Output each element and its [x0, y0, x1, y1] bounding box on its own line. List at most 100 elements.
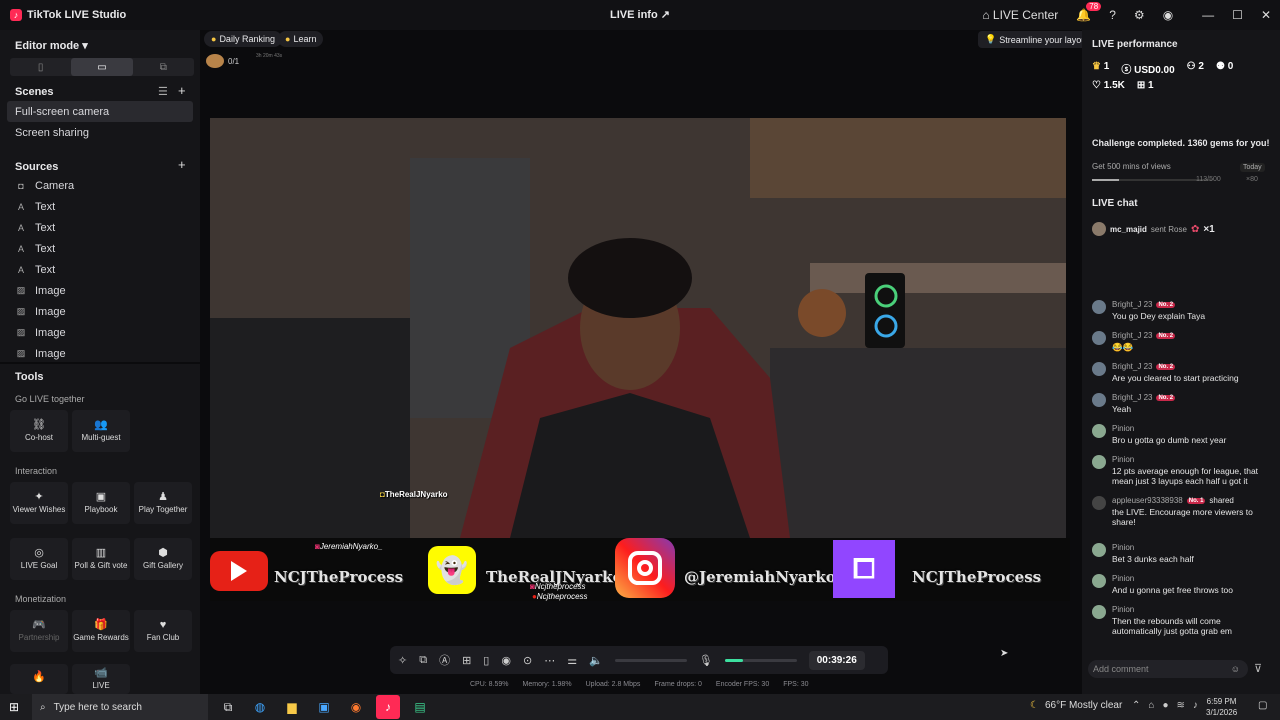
fan-club-button[interactable]: ♥ Fan Club: [134, 610, 192, 652]
poll-gift-vote-button[interactable]: ▥ Poll & Gift vote: [72, 538, 130, 580]
edge-browser-icon[interactable]: ◍: [248, 695, 272, 719]
source-item[interactable]: ▨ Image: [0, 343, 200, 360]
list-icon[interactable]: ☰: [158, 85, 168, 98]
chat-username[interactable]: Bright_J 23: [1112, 300, 1152, 309]
replay-icon[interactable]: ⊙: [523, 654, 532, 667]
source-item[interactable]: ▨ Image: [0, 280, 200, 301]
rank-badge: No. 2: [1156, 332, 1176, 339]
dual-mode-icon[interactable]: ⧉: [133, 58, 194, 76]
source-item[interactable]: ▨ Image: [0, 322, 200, 343]
chat-username[interactable]: Bright_J 23: [1112, 362, 1152, 371]
chat-message: Bright_J 23 No. 2 😂😂: [1092, 331, 1272, 352]
daily-ranking-button[interactable]: ● Daily Ranking: [204, 31, 282, 47]
firefox-icon[interactable]: ◉: [344, 695, 368, 719]
cohost-button[interactable]: ⛓ Co-host: [10, 410, 68, 452]
settings-gear-icon[interactable]: ⚙: [1134, 8, 1145, 22]
avatar: [1092, 331, 1106, 345]
playbook-button[interactable]: ▣ Playbook: [72, 482, 130, 524]
volume-icon[interactable]: ♪: [1193, 700, 1198, 711]
phone-icon[interactable]: ▯: [483, 654, 489, 667]
volume-icon[interactable]: 🔈: [589, 654, 603, 667]
avatar: [1092, 222, 1106, 236]
profile-avatar[interactable]: ◉: [1163, 8, 1173, 22]
help-icon[interactable]: ?: [1109, 8, 1116, 22]
microphone-icon[interactable]: 🎙: [699, 654, 713, 667]
fire-tool-button[interactable]: 🔥: [10, 664, 68, 694]
chat-username[interactable]: Bright_J 23: [1112, 331, 1152, 340]
chat-username[interactable]: appleuser93338938: [1112, 496, 1183, 505]
ai-icon[interactable]: Ⓐ: [439, 652, 450, 668]
source-item[interactable]: A Text: [0, 259, 200, 280]
scene-full-screen-camera[interactable]: Full-screen camera: [7, 101, 193, 122]
live-center-button[interactable]: ⌂ LIVE Center: [982, 8, 1058, 22]
taskbar-clock[interactable]: 6:59 PM 3/1/2026: [1206, 696, 1237, 718]
tiktok-studio-taskbar-icon[interactable]: ♪: [376, 695, 400, 719]
comment-input[interactable]: Add comment ☺: [1088, 660, 1248, 678]
poll-icon: ▥: [95, 546, 107, 559]
editor-mode-dropdown[interactable]: Editor mode ▾: [0, 39, 88, 52]
chat-username[interactable]: Pinion: [1112, 605, 1134, 614]
portrait-mode-icon[interactable]: ▯: [10, 58, 71, 76]
streamline-layout-button[interactable]: 💡 Streamline your layout: [978, 31, 1096, 48]
emoji-icon[interactable]: ☺: [1231, 664, 1240, 674]
source-item[interactable]: A Text: [0, 238, 200, 259]
live-chat-heading: LIVE chat: [1092, 198, 1138, 209]
chevron-up-icon[interactable]: ⌃: [1132, 700, 1140, 711]
notification-icon[interactable]: 🔔 78: [1076, 2, 1102, 22]
screen-share-icon[interactable]: ⧉: [419, 654, 427, 667]
live-tool-button[interactable]: 📹 LIVE: [72, 664, 130, 694]
task-view-icon[interactable]: ⧉: [216, 695, 240, 719]
landscape-mode-icon[interactable]: ▭: [71, 58, 133, 76]
source-item[interactable]: ▨ Image: [0, 301, 200, 322]
gift-gallery-button[interactable]: ⬢ Gift Gallery: [134, 538, 192, 580]
mixer-icon[interactable]: ⚌: [567, 654, 577, 667]
more-icon[interactable]: ⋯: [544, 654, 555, 667]
partnership-button[interactable]: 🎮 Partnership: [10, 610, 68, 652]
ranking-progress[interactable]: 0/1 3h 20m 43s: [206, 53, 288, 68]
windows-start-icon[interactable]: ⊞: [9, 700, 19, 714]
orientation-mode-switch: ▯ ▭ ⧉: [10, 58, 194, 76]
mic-volume-slider[interactable]: [724, 658, 797, 662]
game-rewards-button[interactable]: 🎁 Game Rewards: [72, 610, 130, 652]
chat-username[interactable]: Pinion: [1112, 455, 1134, 464]
microphone-icon[interactable]: ●: [1162, 700, 1168, 711]
app-taskbar-icon[interactable]: ▤: [408, 695, 432, 719]
avatar: [1092, 300, 1106, 314]
add-source-icon[interactable]: +: [178, 157, 186, 172]
camera-preview[interactable]: ◘TheRealJNyarko: [210, 118, 1066, 538]
chat-username[interactable]: Pinion: [1112, 574, 1134, 583]
learn-button[interactable]: ● Learn: [278, 31, 324, 47]
source-item[interactable]: ◘ Camera: [0, 175, 200, 196]
store-icon[interactable]: ▣: [312, 695, 336, 719]
heart-icon: ♡: [1092, 80, 1101, 91]
add-scene-icon[interactable]: +: [178, 83, 186, 98]
chat-username[interactable]: Pinion: [1112, 424, 1134, 433]
game-rewards-icon: 🎁: [94, 618, 108, 631]
file-explorer-icon[interactable]: ▆: [280, 695, 304, 719]
source-item[interactable]: A Text: [0, 196, 200, 217]
chat-username[interactable]: Pinion: [1112, 543, 1134, 552]
taskbar-search-box[interactable]: ⌕ Type here to search: [32, 694, 208, 720]
network-icon[interactable]: ⌂: [1148, 700, 1154, 711]
scene-screen-sharing[interactable]: Screen sharing: [0, 122, 200, 143]
live-info-title[interactable]: LIVE info ↗: [560, 8, 720, 21]
play-together-button[interactable]: ♟ Play Together: [134, 482, 192, 524]
viewer-wishes-button[interactable]: ✦ Viewer Wishes: [10, 482, 68, 524]
share-icon[interactable]: ↗: [661, 9, 670, 21]
minimize-button[interactable]: —: [1202, 8, 1214, 22]
weather-widget[interactable]: ☾ 66°F Mostly clear: [1030, 700, 1122, 711]
close-button[interactable]: ✕: [1261, 8, 1271, 22]
speaker-volume-slider[interactable]: [614, 658, 687, 662]
live-goal-button[interactable]: ◎ LIVE Goal: [10, 538, 68, 580]
notification-center-icon[interactable]: ▢: [1258, 700, 1267, 711]
multiguest-button[interactable]: 👥 Multi-guest: [72, 410, 130, 452]
maximize-button[interactable]: ☐: [1232, 8, 1243, 22]
chat-username[interactable]: Bright_J 23: [1112, 393, 1152, 402]
layout-icon[interactable]: ⊞: [462, 654, 471, 667]
rank-badge: No. 2: [1156, 394, 1176, 401]
magic-wand-icon[interactable]: ✧: [398, 654, 407, 667]
filter-icon[interactable]: ⊽: [1254, 662, 1262, 675]
source-item[interactable]: A Text: [0, 217, 200, 238]
record-icon[interactable]: ◉: [501, 654, 511, 667]
wifi-icon[interactable]: ≋: [1176, 700, 1184, 711]
